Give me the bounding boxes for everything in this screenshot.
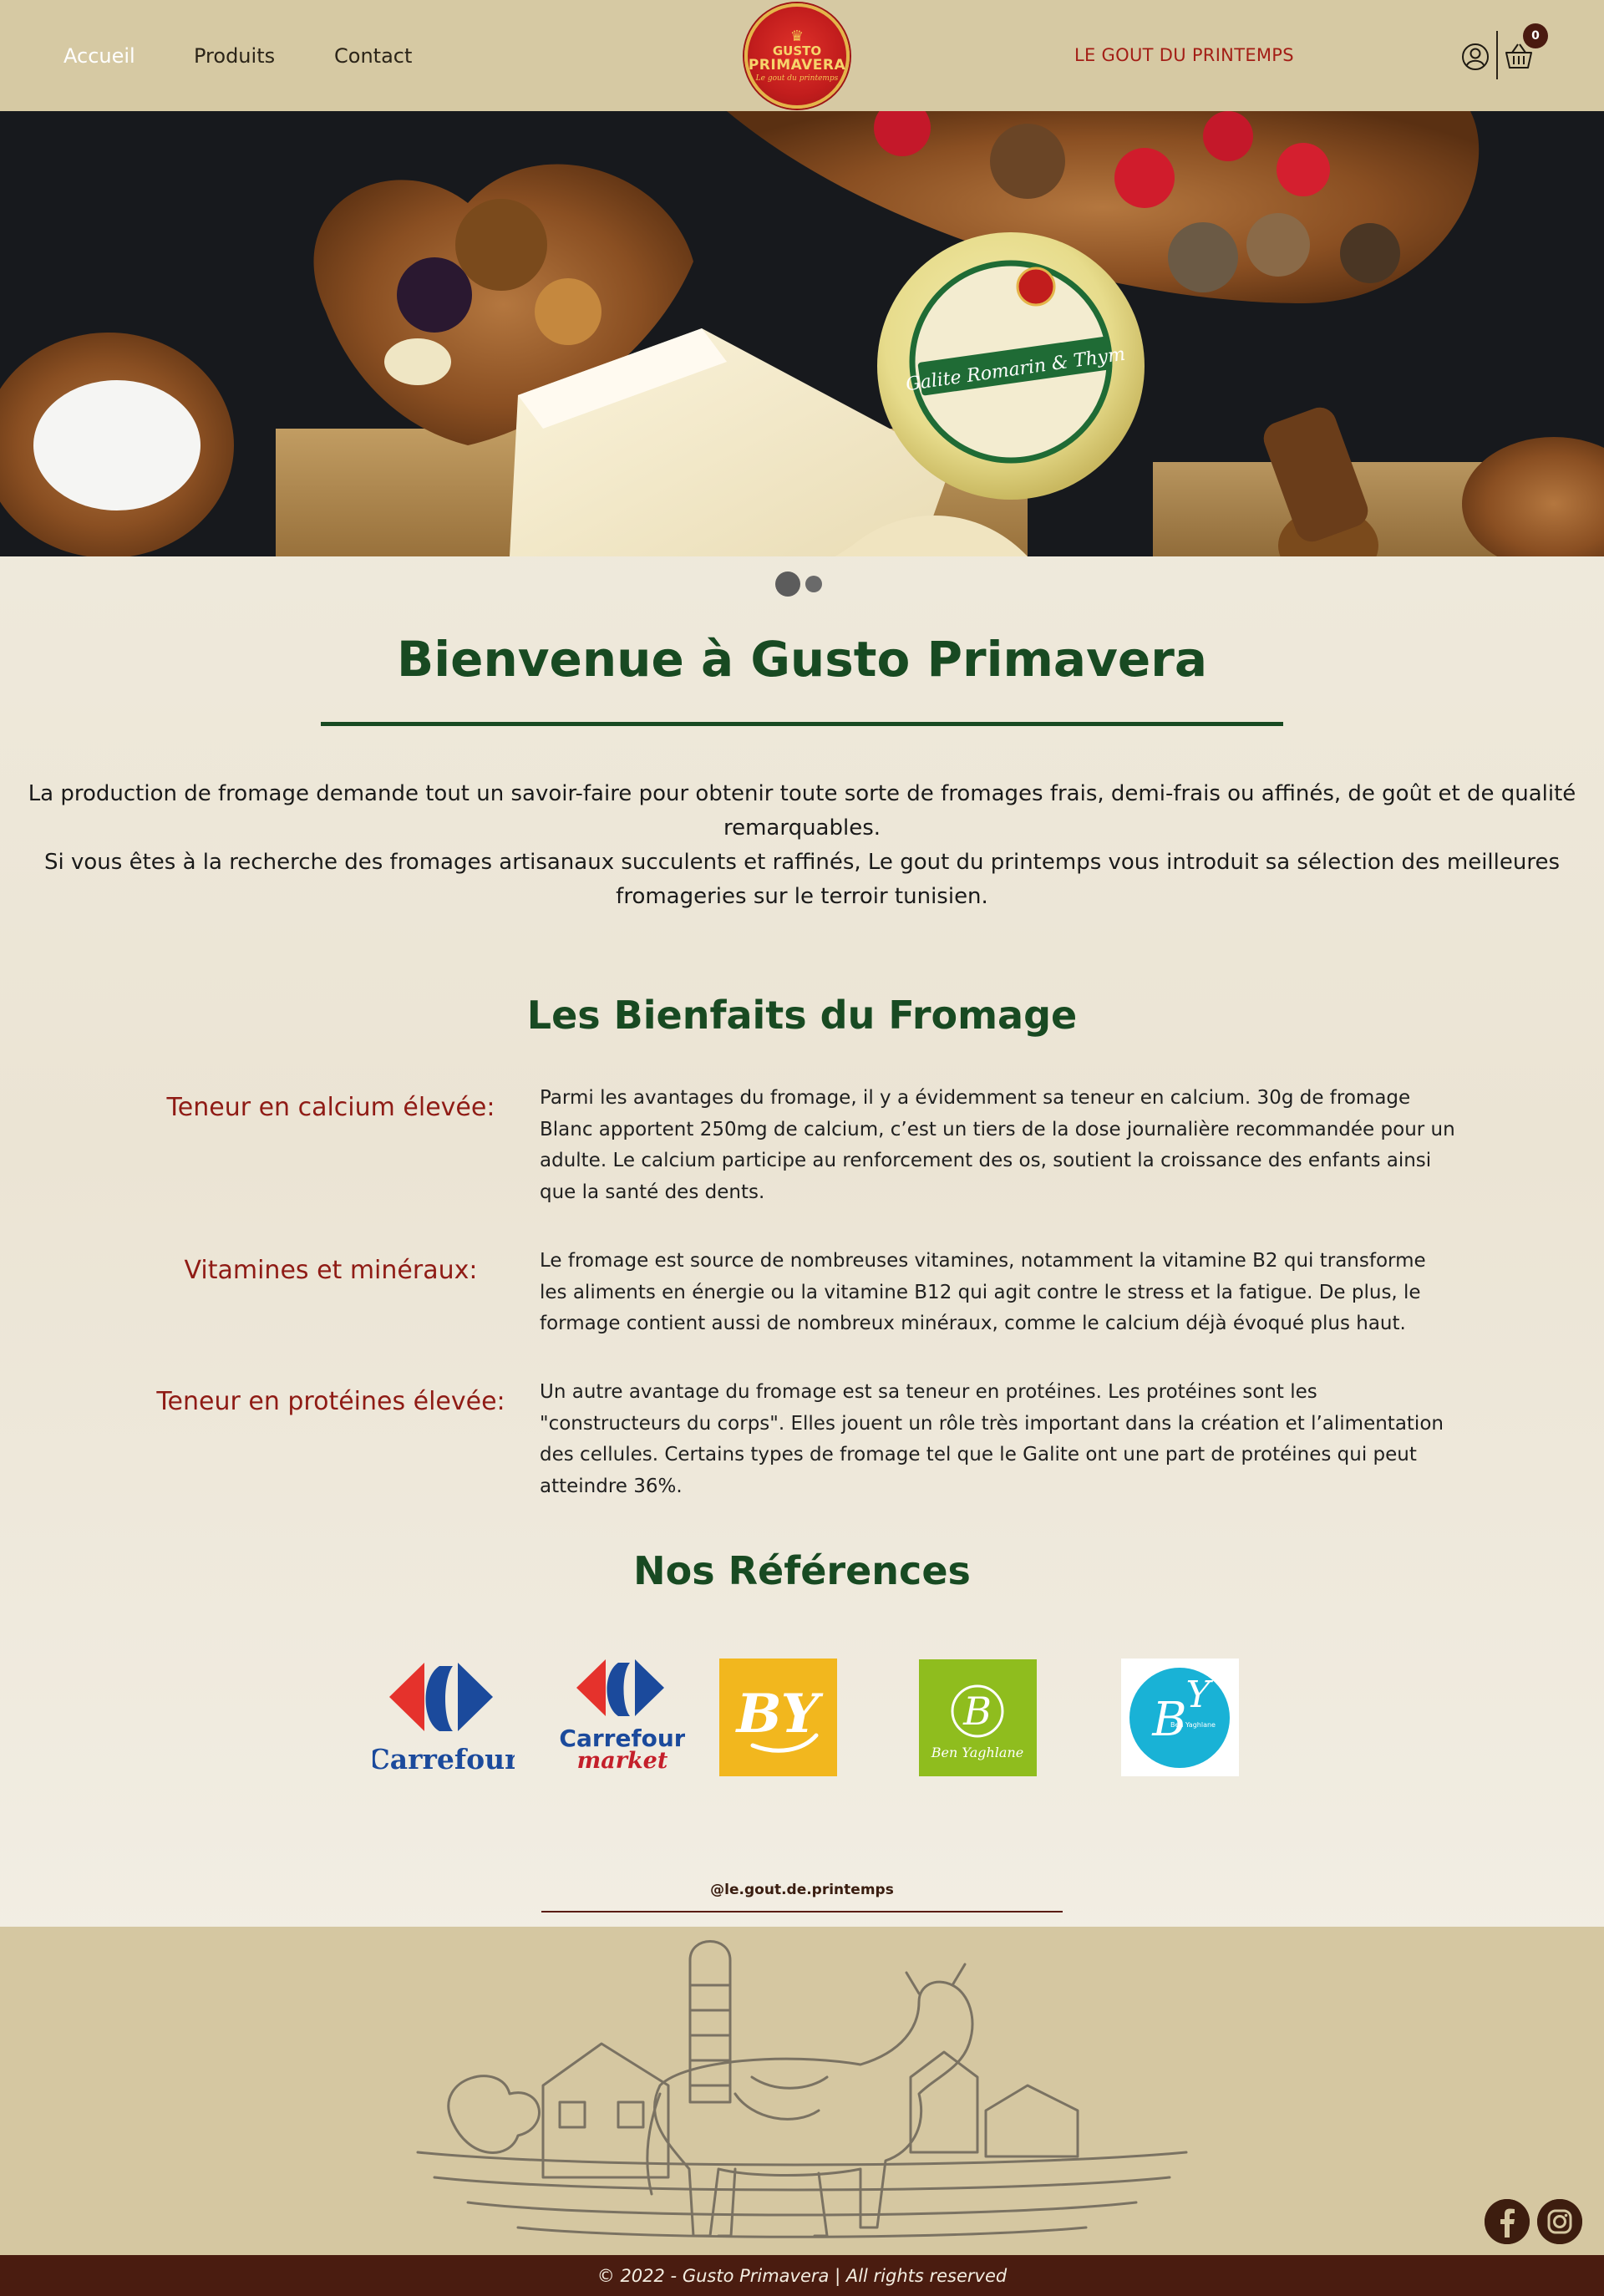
benefit-label-proteines: Teneur en protéines élevée: xyxy=(156,1387,505,1416)
benefits-title: Les Bienfaits du Fromage xyxy=(526,993,1078,1038)
footer-illustration xyxy=(0,1927,1604,2255)
carousel-indicators xyxy=(775,571,822,597)
market-wordmark: market xyxy=(577,1748,668,1774)
hero-carousel[interactable]: Galite Romarin & Thym xyxy=(0,111,1604,556)
reference-ben-yaghlane-blue[interactable]: B Y Ben Yaghlane xyxy=(1121,1659,1239,1776)
svg-text:Y: Y xyxy=(1185,1674,1213,1716)
intro-text: La production de fromage demande tout un… xyxy=(17,777,1587,914)
facebook-icon[interactable] xyxy=(1485,2199,1530,2244)
intro-paragraph-2: Si vous êtes à la recherche des fromages… xyxy=(44,850,1560,909)
ben-yaghlane-blue-logo-icon: B Y Ben Yaghlane xyxy=(1129,1668,1230,1768)
nav-item-contact[interactable]: Contact xyxy=(334,44,412,68)
reference-by[interactable]: BY xyxy=(719,1659,837,1776)
benefit-label-calcium: Teneur en calcium élevée: xyxy=(166,1093,495,1122)
carrefour-market-logo-icon: Carrefour market xyxy=(559,1659,686,1774)
carrefour-wordmark: Carrefour xyxy=(373,1743,515,1775)
by-logo-icon: BY xyxy=(735,1683,824,1753)
by-wordmark: BY xyxy=(735,1683,824,1745)
carousel-dot-2[interactable] xyxy=(805,576,822,592)
user-icon[interactable] xyxy=(1461,43,1490,71)
hero-image: Galite Romarin & Thym xyxy=(0,111,1604,556)
instagram-handle[interactable]: @le.gout.de.printemps xyxy=(0,1882,1604,1898)
header-tagline: LE GOUT DU PRINTEMPS xyxy=(1074,45,1294,65)
benefit-text-proteines: Un autre avantage du fromage est sa tene… xyxy=(540,1381,1444,1497)
crown-icon: ♛ xyxy=(789,27,805,45)
reference-carrefour-market[interactable]: Carrefour market xyxy=(559,1656,686,1777)
farm-cow-sketch-icon xyxy=(416,1940,1188,2238)
benefit-label-vitamines: Vitamines et minéraux: xyxy=(184,1256,478,1285)
references-title: Nos Références xyxy=(633,1548,971,1593)
header-divider xyxy=(1496,31,1498,79)
svg-text:B: B xyxy=(1151,1693,1186,1747)
ben-yaghlane-blue-wordmark: Ben Yaghlane xyxy=(1170,1721,1216,1729)
benefit-text-vitamines: Le fromage est source de nombreuses vita… xyxy=(540,1250,1426,1334)
instagram-icon[interactable] xyxy=(1537,2199,1582,2244)
benefit-text-calcium: Parmi les avantages du fromage, il y a é… xyxy=(540,1087,1455,1203)
instagram-divider xyxy=(541,1911,1063,1912)
ben-yaghlane-green-wordmark: Ben Yaghlane xyxy=(931,1745,1023,1760)
footer-bar: © 2022 - Gusto Primavera | All rights re… xyxy=(0,2255,1604,2296)
reference-carrefour[interactable]: Carrefour xyxy=(368,1659,520,1776)
brand-logo[interactable]: ♛ GUSTO PRIMAVERA Le gout du printemps xyxy=(744,3,850,109)
intro-paragraph-1: La production de fromage demande tout un… xyxy=(28,781,1576,841)
ben-yaghlane-green-logo-icon: B Ben Yaghlane xyxy=(931,1684,1023,1760)
svg-text:B: B xyxy=(962,1689,992,1734)
copyright-text: © 2022 - Gusto Primavera | All rights re… xyxy=(596,2265,1008,2286)
reference-ben-yaghlane-green[interactable]: B Ben Yaghlane xyxy=(919,1659,1037,1776)
welcome-title: Bienvenue à Gusto Primavera xyxy=(397,631,1207,688)
welcome-divider xyxy=(321,722,1283,726)
logo-line-gusto: GUSTO xyxy=(772,43,822,58)
nav-item-produits[interactable]: Produits xyxy=(194,44,275,68)
site-header: Accueil Produits Contact ♛ GUSTO PRIMAVE… xyxy=(0,0,1604,111)
logo-line-tagline: Le gout du printemps xyxy=(755,74,839,83)
carrefour-logo-icon: Carrefour xyxy=(368,1663,520,1775)
nav-item-accueil[interactable]: Accueil xyxy=(63,44,135,68)
carousel-dot-1[interactable] xyxy=(775,571,800,597)
cart-count-badge: 0 xyxy=(1523,23,1548,48)
logo-line-primavera: PRIMAVERA xyxy=(748,56,846,74)
